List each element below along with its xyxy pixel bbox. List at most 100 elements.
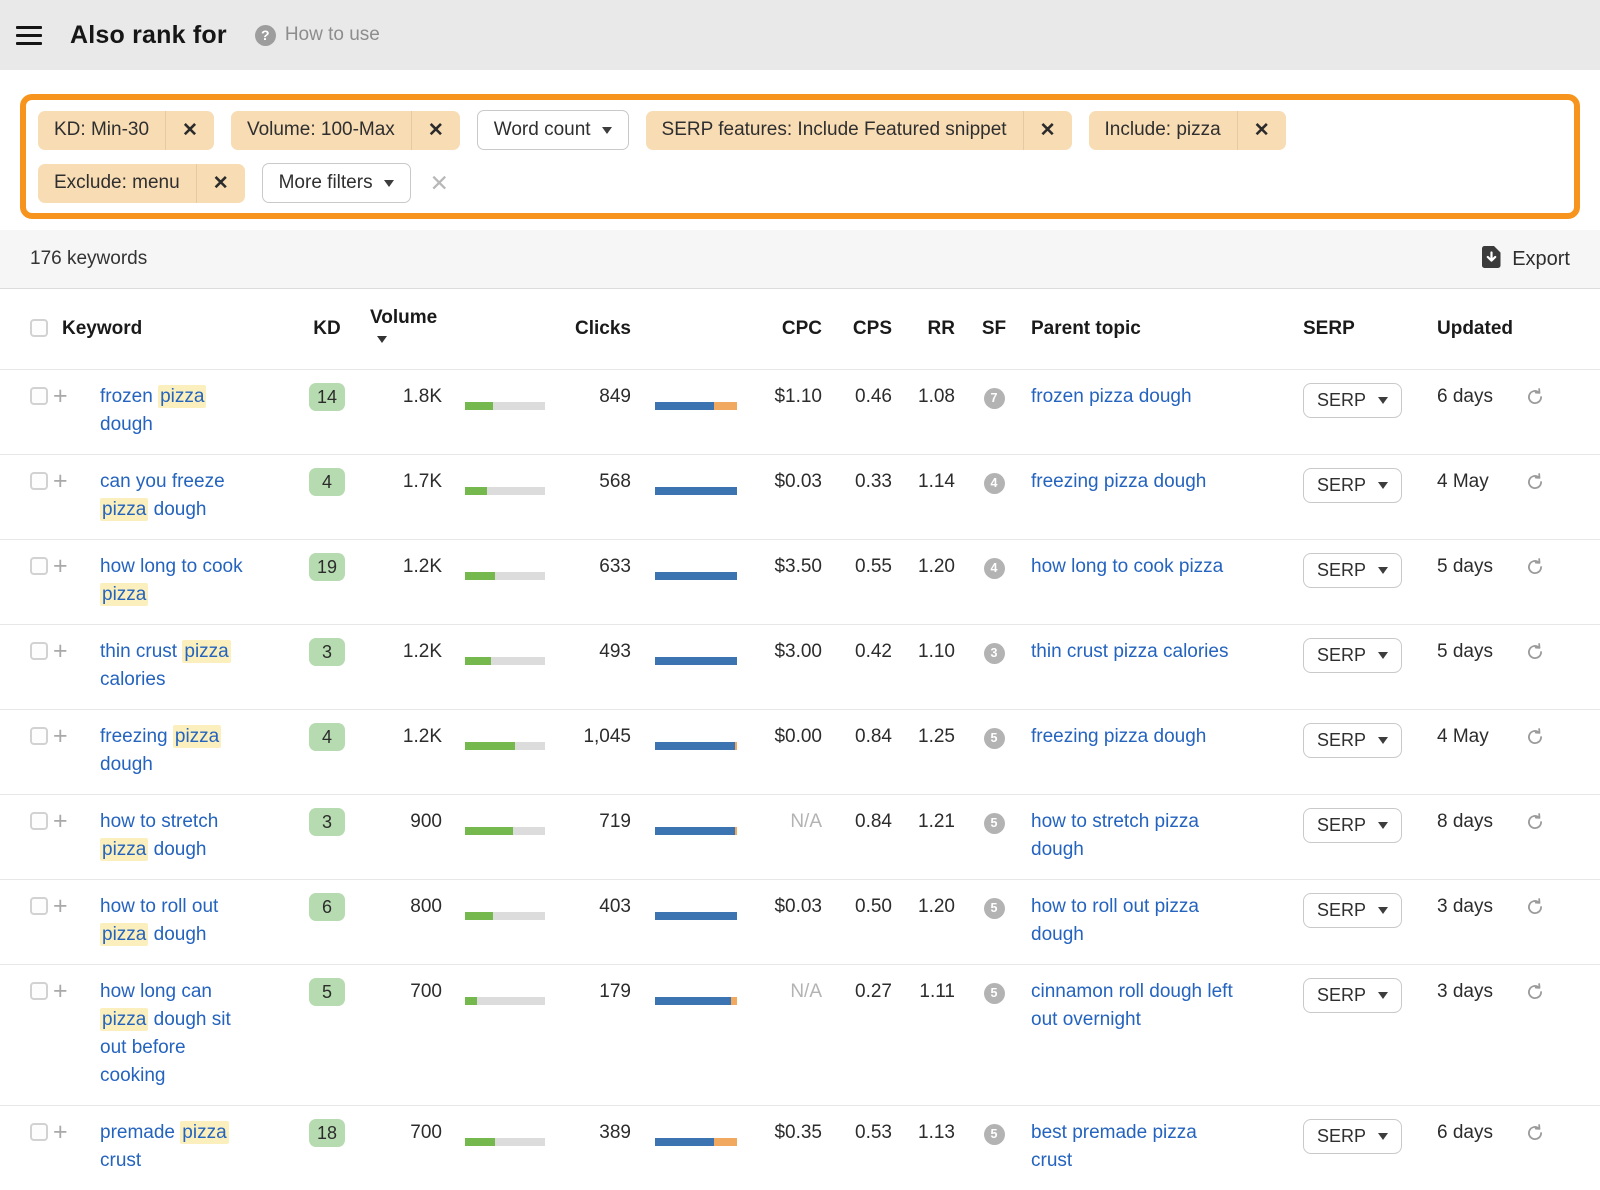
sf-badge[interactable]: 3 (984, 643, 1005, 664)
filter-chip-serp-features-label[interactable]: SERP features: Include Featured snippet (646, 111, 1023, 150)
keyword-link[interactable]: premade pizza crust (100, 1119, 250, 1175)
refresh-icon[interactable] (1526, 387, 1544, 415)
serp-dropdown[interactable]: SERP (1303, 893, 1402, 928)
keyword-link[interactable]: how long can pizza dough sit out before … (100, 978, 250, 1090)
col-header-cpc[interactable]: CPC (758, 289, 836, 370)
serp-dropdown-label: SERP (1317, 985, 1366, 1006)
filter-chip-kd-label[interactable]: KD: Min-30 (38, 111, 165, 150)
col-header-clicks[interactable]: Clicks (563, 289, 638, 370)
close-icon[interactable]: ✕ (1023, 111, 1072, 150)
add-to-list-icon[interactable]: + (53, 979, 68, 1003)
col-header-rr[interactable]: RR (906, 289, 969, 370)
word-count-dropdown[interactable]: Word count (477, 110, 629, 150)
row-checkbox[interactable] (30, 897, 48, 915)
select-all-checkbox[interactable] (30, 319, 48, 337)
add-to-list-icon[interactable]: + (53, 639, 68, 663)
add-to-list-icon[interactable]: + (53, 469, 68, 493)
add-to-list-icon[interactable]: + (53, 894, 68, 918)
sf-badge[interactable]: 5 (984, 1124, 1005, 1145)
parent-topic-link[interactable]: how long to cook pizza (1031, 553, 1223, 581)
refresh-icon[interactable] (1526, 1123, 1544, 1151)
add-to-list-icon[interactable]: + (53, 384, 68, 408)
keyword-count: 176 keywords (30, 248, 147, 270)
serp-dropdown[interactable]: SERP (1303, 723, 1402, 758)
refresh-icon[interactable] (1526, 642, 1544, 670)
col-header-parent-topic[interactable]: Parent topic (1019, 289, 1299, 370)
col-header-kd[interactable]: KD (291, 289, 363, 370)
keyword-link[interactable]: can you freeze pizza dough (100, 468, 250, 524)
add-to-list-icon[interactable]: + (53, 809, 68, 833)
close-icon[interactable]: ✕ (165, 111, 214, 150)
sf-badge[interactable]: 5 (984, 983, 1005, 1004)
refresh-icon[interactable] (1526, 897, 1544, 925)
parent-topic-link[interactable]: thin crust pizza calories (1031, 638, 1228, 666)
sf-badge[interactable]: 4 (984, 473, 1005, 494)
keyword-link[interactable]: how to stretch pizza dough (100, 808, 250, 864)
keyword-link[interactable]: how to roll out pizza dough (100, 893, 250, 949)
serp-dropdown[interactable]: SERP (1303, 978, 1402, 1013)
more-filters-dropdown[interactable]: More filters (262, 163, 411, 203)
close-icon[interactable]: ✕ (411, 111, 460, 150)
clicks-value: 1,045 (563, 710, 638, 795)
keyword-link[interactable]: thin crust pizza calories (100, 638, 250, 694)
row-checkbox[interactable] (30, 557, 48, 575)
sf-badge[interactable]: 7 (984, 388, 1005, 409)
parent-topic-link[interactable]: how to roll out pizza dough (1031, 893, 1243, 949)
serp-dropdown[interactable]: SERP (1303, 553, 1402, 588)
refresh-icon[interactable] (1526, 472, 1544, 500)
sf-badge[interactable]: 5 (984, 898, 1005, 919)
filter-chip-exclude-label[interactable]: Exclude: menu (38, 164, 196, 203)
filter-chip-volume-label[interactable]: Volume: 100-Max (231, 111, 411, 150)
parent-topic-link[interactable]: freezing pizza dough (1031, 723, 1206, 751)
add-to-list-icon[interactable]: + (53, 724, 68, 748)
close-icon[interactable]: ✕ (196, 164, 245, 203)
serp-dropdown[interactable]: SERP (1303, 638, 1402, 673)
serp-dropdown[interactable]: SERP (1303, 383, 1402, 418)
clicks-bar-orange (731, 997, 737, 1005)
clear-all-filters-icon[interactable]: ✕ (428, 170, 451, 197)
clicks-value: 403 (563, 880, 638, 965)
word-count-label: Word count (494, 119, 591, 141)
close-icon[interactable]: ✕ (1237, 111, 1286, 150)
filter-chip-include-label[interactable]: Include: pizza (1089, 111, 1237, 150)
col-header-updated[interactable]: Updated (1429, 289, 1524, 370)
row-checkbox[interactable] (30, 472, 48, 490)
hamburger-menu-icon[interactable] (12, 20, 46, 51)
cpc-value: $1.10 (758, 370, 836, 455)
row-checkbox[interactable] (30, 812, 48, 830)
export-button[interactable]: Export (1482, 246, 1570, 273)
how-to-use-link[interactable]: ? How to use (255, 24, 380, 46)
row-checkbox[interactable] (30, 642, 48, 660)
keyword-link[interactable]: freezing pizza dough (100, 723, 250, 779)
sf-badge[interactable]: 5 (984, 728, 1005, 749)
add-to-list-icon[interactable]: + (53, 554, 68, 578)
refresh-icon[interactable] (1526, 982, 1544, 1010)
serp-dropdown[interactable]: SERP (1303, 808, 1402, 843)
col-header-cps[interactable]: CPS (836, 289, 906, 370)
parent-topic-link[interactable]: frozen pizza dough (1031, 383, 1192, 411)
refresh-icon[interactable] (1526, 727, 1544, 755)
row-checkbox[interactable] (30, 727, 48, 745)
keyword-link[interactable]: frozen pizza dough (100, 383, 250, 439)
row-checkbox[interactable] (30, 387, 48, 405)
col-header-sf[interactable]: SF (969, 289, 1019, 370)
sf-badge[interactable]: 5 (984, 813, 1005, 834)
add-to-list-icon[interactable]: + (53, 1120, 68, 1144)
sf-badge[interactable]: 4 (984, 558, 1005, 579)
clicks-value: 389 (563, 1106, 638, 1190)
col-header-keyword[interactable]: Keyword (52, 289, 291, 370)
keyword-link[interactable]: how long to cook pizza (100, 553, 250, 609)
row-checkbox[interactable] (30, 1123, 48, 1141)
row-checkbox[interactable] (30, 982, 48, 1000)
parent-topic-link[interactable]: freezing pizza dough (1031, 468, 1206, 496)
parent-topic-link[interactable]: how to stretch pizza dough (1031, 808, 1243, 864)
keyword-highlight: pizza (100, 498, 148, 521)
refresh-icon[interactable] (1526, 557, 1544, 585)
parent-topic-link[interactable]: cinnamon roll dough left out overnight (1031, 978, 1243, 1034)
serp-dropdown[interactable]: SERP (1303, 468, 1402, 503)
refresh-icon[interactable] (1526, 812, 1544, 840)
serp-dropdown[interactable]: SERP (1303, 1119, 1402, 1154)
col-header-volume[interactable]: Volume (363, 289, 448, 370)
volume-bar (465, 827, 545, 835)
parent-topic-link[interactable]: best premade pizza crust (1031, 1119, 1243, 1175)
